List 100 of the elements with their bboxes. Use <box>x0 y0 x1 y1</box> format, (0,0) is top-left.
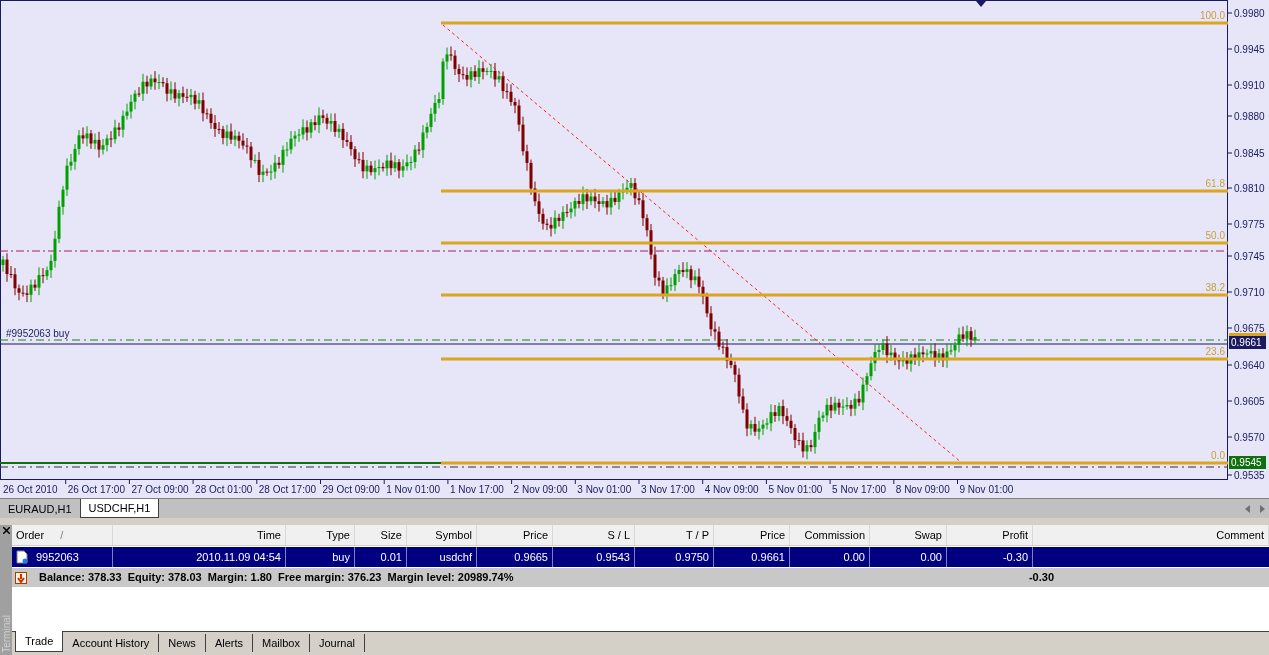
table-cell-text: 0.00 <box>843 549 865 565</box>
time-axis-label: 2 Nov 09:00 <box>513 484 568 495</box>
fibonacci-level-label: 38.2 <box>1205 282 1225 293</box>
terminal-tab[interactable]: Journal <box>309 634 365 652</box>
fibonacci-level-label: 61.8 <box>1205 178 1225 189</box>
column-header-label: Order <box>16 527 45 543</box>
down-arrow-icon <box>15 571 27 584</box>
price-axis-label: 0.9745 <box>1234 251 1265 262</box>
price-badge: 0.9661 <box>1229 336 1266 349</box>
time-axis-label: 26 Oct 2010 <box>3 484 58 495</box>
time-axis-label: 28 Oct 17:00 <box>258 484 317 495</box>
time-axis-label: 5 Nov 17:00 <box>832 484 887 495</box>
column-header-label: Symbol <box>435 527 472 543</box>
fibonacci-level-label: 23.6 <box>1205 346 1225 357</box>
price-axis-label: 0.9945 <box>1234 44 1265 55</box>
table-cell-text: 0.9661 <box>751 549 785 565</box>
column-header[interactable]: S / L <box>553 525 635 545</box>
table-cell-text: 0.9543 <box>596 549 630 565</box>
fibonacci-level-line[interactable] <box>441 293 1228 297</box>
time-axis-label: 4 Nov 09:00 <box>704 484 759 495</box>
time-axis-label: 3 Nov 01:00 <box>577 484 632 495</box>
price-axis-label: 0.9710 <box>1234 287 1265 298</box>
table-cell-text: -0.30 <box>1002 549 1028 565</box>
order-row[interactable]: 9952063 2010.11.09 04:54 buy 0.01 usdchf 0.9665 0.9543 0.9750 0.9661 0.00 0.00 -0.30 <box>12 547 1269 567</box>
time-axis-label: 5 Nov 01:00 <box>768 484 823 495</box>
chart-tab[interactable]: USDCHF,H1 <box>79 499 160 518</box>
table-cell-text: 0.01 <box>380 549 402 565</box>
total-profit: -0.30 <box>1027 570 1054 586</box>
column-header-label: Price <box>759 527 785 543</box>
fibonacci-level-line[interactable] <box>441 21 1228 25</box>
time-axis-label: 1 Nov 17:00 <box>449 484 504 495</box>
fibonacci-level-line[interactable] <box>441 357 1228 361</box>
column-header[interactable]: Comment <box>1033 525 1269 545</box>
price-axis-label: 0.9605 <box>1234 396 1265 407</box>
price-axis-label: 0.9980 <box>1234 8 1265 19</box>
price-axis-label: 0.9570 <box>1234 432 1265 443</box>
price-badge: 0.9545 <box>1229 456 1266 469</box>
table-cell-text: 0.9665 <box>514 549 548 565</box>
column-header[interactable]: Symbol <box>407 525 477 545</box>
shift-marker-icon[interactable] <box>976 1 986 7</box>
table-cell-text: 9952063 <box>36 549 79 565</box>
terminal-tab[interactable]: News <box>159 634 206 652</box>
terminal-tab[interactable]: Mailbox <box>253 634 310 652</box>
column-header-label: Profit <box>1002 527 1028 543</box>
fibonacci-level-line[interactable] <box>441 461 1228 465</box>
terminal-tab[interactable]: Trade <box>15 631 64 652</box>
fibonacci-level-label: 100.0 <box>1199 10 1225 21</box>
table-cell-text: buy <box>332 549 350 565</box>
sort-mark: / <box>60 527 64 543</box>
price-axis-label: 0.9775 <box>1234 219 1265 230</box>
column-header[interactable]: Price <box>714 525 790 545</box>
time-axis-label: 8 Nov 09:00 <box>895 484 950 495</box>
column-header[interactable]: Price <box>477 525 553 545</box>
column-header-label: Commission <box>804 527 865 543</box>
time-axis-label: 1 Nov 01:00 <box>386 484 441 495</box>
table-cell-text: usdchf <box>439 549 472 565</box>
table-cell-text: 0.9750 <box>675 549 709 565</box>
column-header-label: Time <box>256 527 281 543</box>
price-axis-label: 0.9535 <box>1234 470 1265 481</box>
price-axis-label: 0.9640 <box>1234 360 1265 371</box>
column-header-label: Comment <box>1216 527 1264 543</box>
table-cell-text: 2010.11.09 04:54 <box>196 549 281 565</box>
column-header-label: Swap <box>914 527 942 543</box>
price-axis-label: 0.9845 <box>1234 148 1265 159</box>
column-header[interactable]: T / P <box>635 525 714 545</box>
price-axis-label: 0.9675 <box>1234 323 1265 334</box>
time-axis-label: 29 Oct 09:00 <box>322 484 380 495</box>
price-axis-label: 0.9810 <box>1234 183 1265 194</box>
column-header-label: Size <box>380 527 402 543</box>
terminal-tab[interactable]: Account History <box>63 634 160 652</box>
time-axis-label: 27 Oct 09:00 <box>131 484 189 495</box>
fibonacci-level-line[interactable] <box>441 241 1228 245</box>
column-header[interactable]: Type <box>286 525 355 545</box>
price-axis-label: 0.9910 <box>1234 80 1265 91</box>
time-axis-label: 3 Nov 17:00 <box>641 484 695 495</box>
account-summary: Balance: 378.33 Equity: 378.03 Margin: 1.80 Free margin: 376.23 Margin level: 20989.74% <box>39 570 515 586</box>
column-header-label: T / P <box>685 527 709 543</box>
column-header[interactable]: Time <box>113 525 286 545</box>
table-cell-text: 0.00 <box>920 549 942 565</box>
column-header[interactable]: Profit <box>947 525 1033 545</box>
column-header[interactable]: Commission <box>790 525 870 545</box>
time-axis-label: 9 Nov 01:00 <box>959 484 1014 495</box>
terminal-tab[interactable]: Alerts <box>205 634 253 652</box>
column-header-label: S / L <box>607 527 630 543</box>
time-axis-label: 28 Oct 01:00 <box>195 484 253 495</box>
time-axis-label: 26 Oct 17:00 <box>67 484 125 495</box>
document-icon <box>16 550 28 564</box>
column-header-label: Price <box>522 527 548 543</box>
fibonacci-level-line[interactable] <box>441 189 1228 193</box>
column-header-label: Type <box>326 527 350 543</box>
fibonacci-level-label: 50.0 <box>1205 230 1225 241</box>
scroll-left-icon[interactable] <box>1245 505 1251 513</box>
column-header[interactable]: Size <box>355 525 407 545</box>
column-header[interactable]: Swap <box>870 525 947 545</box>
column-header[interactable]: Order / <box>12 525 113 545</box>
fibonacci-level-label: 0.0 <box>1211 450 1225 461</box>
scroll-right-icon[interactable] <box>1259 505 1265 513</box>
order-label: #9952063 buy <box>6 328 70 339</box>
close-icon[interactable] <box>2 527 10 534</box>
price-axis-label: 0.9880 <box>1234 111 1265 122</box>
